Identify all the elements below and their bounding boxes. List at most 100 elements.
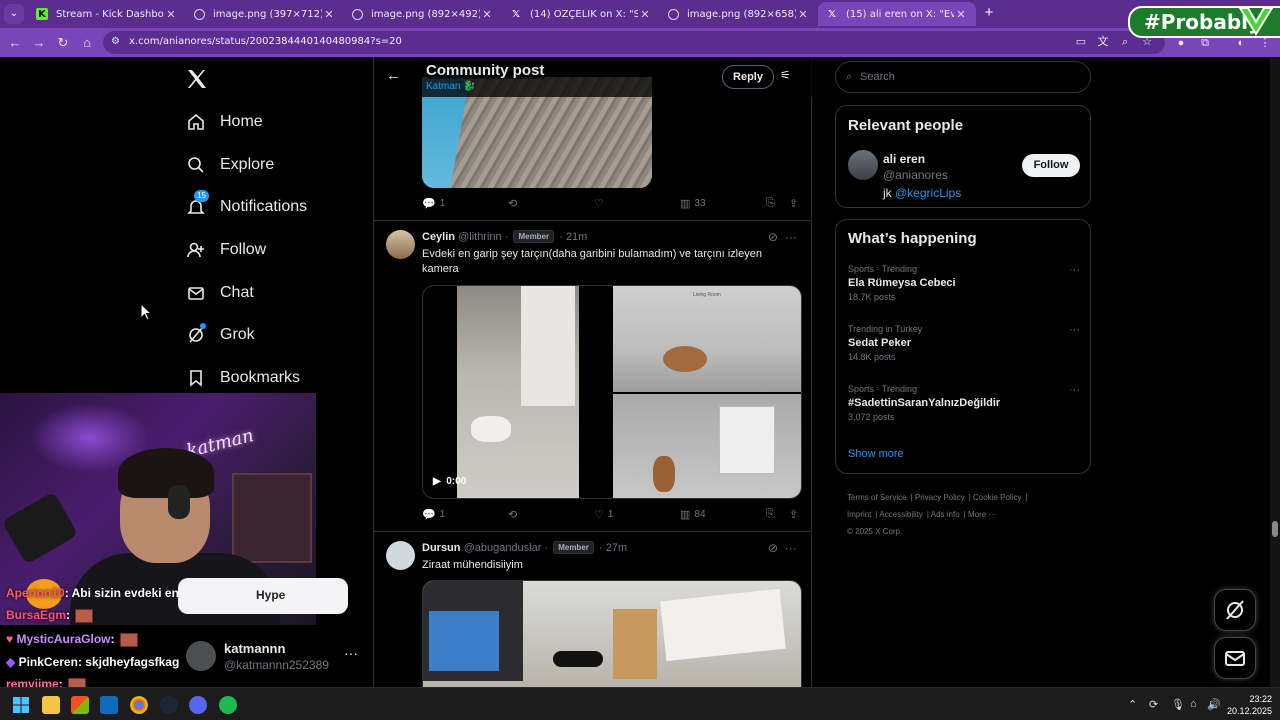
post-video[interactable]: Living Room ▶ 0:00 bbox=[422, 285, 802, 499]
share-action[interactable]: ⇪ bbox=[789, 508, 802, 521]
zoom-icon[interactable]: ⌕ bbox=[1117, 34, 1133, 50]
network-icon[interactable]: ⌂ bbox=[1190, 698, 1197, 710]
more-icon[interactable]: ··· bbox=[1069, 264, 1080, 276]
views-action[interactable]: ▥ 84 bbox=[680, 508, 706, 521]
reload-button[interactable]: ↻ bbox=[54, 34, 72, 52]
avatar[interactable] bbox=[386, 541, 415, 570]
bio-mention-link[interactable]: @kegricLips bbox=[895, 186, 961, 200]
system-clock[interactable]: 23:22 20.12.2025 bbox=[1222, 693, 1272, 717]
search-input[interactable]: ⌕ Search bbox=[835, 61, 1091, 93]
back-button[interactable]: ← bbox=[6, 34, 24, 52]
chrome-icon[interactable] bbox=[130, 696, 148, 714]
nav-explore[interactable]: Explore bbox=[186, 150, 274, 180]
reply-action[interactable]: 💬 1 bbox=[422, 508, 445, 521]
like-action[interactable]: ♡ 1 bbox=[594, 508, 613, 521]
post-time[interactable]: 21m bbox=[566, 231, 587, 243]
author-name[interactable]: Ceylin bbox=[422, 231, 455, 243]
file-explorer-icon[interactable] bbox=[42, 696, 60, 714]
scrollbar-thumb[interactable] bbox=[1272, 521, 1278, 537]
steam-icon[interactable] bbox=[160, 696, 178, 714]
home-button[interactable]: ⌂ bbox=[78, 34, 96, 52]
bookmark-action[interactable]: ⎘ bbox=[766, 508, 779, 521]
close-icon[interactable]: ✕ bbox=[164, 8, 178, 21]
tab-image-2[interactable]: image.png (892×492) ✕ bbox=[344, 2, 502, 26]
spotify-icon[interactable] bbox=[219, 696, 237, 714]
more-icon[interactable]: ··· bbox=[785, 230, 797, 244]
more-icon[interactable]: ··· bbox=[1069, 384, 1080, 396]
repost-action[interactable]: ⟲ bbox=[508, 508, 521, 521]
post-time[interactable]: 27m bbox=[606, 542, 627, 554]
messages-floating-button[interactable] bbox=[1214, 637, 1256, 679]
install-icon[interactable]: ▭ bbox=[1073, 34, 1089, 50]
trend-item[interactable]: Sports · Trending Ela Rümeysa Cebeci 18.… bbox=[848, 264, 1080, 302]
reply-action[interactable]: 💬 1 bbox=[422, 197, 445, 210]
nav-follow[interactable]: Follow bbox=[186, 235, 266, 265]
x-logo-icon[interactable] bbox=[185, 67, 209, 91]
grok-icon[interactable]: ⊘ bbox=[768, 230, 778, 244]
like-action[interactable]: ♡ bbox=[594, 197, 608, 210]
person-handle[interactable]: @anianores bbox=[883, 168, 948, 182]
volume-icon[interactable]: 🔊 bbox=[1207, 698, 1221, 711]
nav-grok[interactable]: Grok bbox=[186, 320, 255, 350]
new-tab-button[interactable]: + bbox=[980, 4, 998, 22]
author-name[interactable]: Dursun bbox=[422, 542, 461, 554]
grok-icon[interactable]: ⊘ bbox=[768, 541, 778, 555]
back-arrow-icon[interactable]: ← bbox=[386, 67, 401, 84]
footer-link[interactable]: Imprint bbox=[847, 510, 871, 519]
close-icon[interactable]: ✕ bbox=[480, 8, 494, 21]
footer-link[interactable]: Accessibility bbox=[879, 510, 923, 519]
page-scrollbar[interactable] bbox=[1270, 57, 1280, 687]
outlook-icon[interactable] bbox=[100, 696, 118, 714]
settings-sliders-icon[interactable]: ⚟ bbox=[780, 68, 791, 82]
discord-icon[interactable] bbox=[189, 696, 207, 714]
footer-link[interactable]: Terms of Service bbox=[847, 493, 907, 502]
avatar[interactable] bbox=[848, 150, 878, 180]
show-more-link[interactable]: Show more bbox=[848, 448, 904, 460]
person-name[interactable]: ali eren bbox=[883, 152, 925, 166]
more-icon[interactable]: ··· bbox=[785, 541, 797, 555]
views-action[interactable]: ▥ 33 bbox=[680, 197, 706, 210]
address-bar[interactable]: ⚙ x.com/anianores/status/200238444014048… bbox=[103, 31, 1165, 54]
avatar[interactable] bbox=[386, 230, 415, 259]
tab-ali-eren[interactable]: 𝕏 (15) ali eren on X: "Evinizdeki e ✕ bbox=[818, 2, 976, 26]
share-action[interactable]: ⇪ bbox=[789, 197, 802, 210]
tab-ozcelik[interactable]: 𝕏 (14) ÖZÇELİK on X: "Sağol abi c ✕ bbox=[502, 2, 660, 26]
store-icon[interactable] bbox=[71, 696, 89, 714]
tab-image-3[interactable]: image.png (892×658) ✕ bbox=[660, 2, 818, 26]
author-handle[interactable]: @abuganduslar bbox=[464, 542, 542, 554]
account-switcher[interactable]: katmannn @katmannn252389 ··· bbox=[186, 637, 366, 677]
footer-link[interactable]: More ··· bbox=[968, 510, 996, 519]
more-icon[interactable]: ··· bbox=[344, 645, 358, 661]
microphone-icon[interactable]: 🎙 bbox=[1171, 698, 1185, 711]
grok-floating-button[interactable] bbox=[1214, 589, 1256, 631]
tab-kick-dashboard[interactable]: K Stream - Kick Dashboard ✕ bbox=[28, 2, 186, 26]
bookmark-action[interactable]: ⎘ bbox=[766, 197, 779, 210]
follow-button[interactable]: Follow bbox=[1022, 154, 1080, 177]
repost-action[interactable]: ⟲ bbox=[508, 197, 521, 210]
nav-chat[interactable]: Chat bbox=[186, 278, 254, 308]
footer-link[interactable]: Cookie Policy bbox=[973, 493, 1021, 502]
forward-button[interactable]: → bbox=[30, 34, 48, 52]
nav-bookmarks[interactable]: Bookmarks bbox=[186, 363, 300, 393]
close-icon[interactable]: ✕ bbox=[322, 8, 336, 21]
reply-button[interactable]: Reply bbox=[722, 65, 774, 89]
close-icon[interactable]: ✕ bbox=[638, 8, 652, 21]
footer-link[interactable]: Privacy Policy bbox=[915, 493, 965, 502]
nav-home[interactable]: Home bbox=[186, 107, 263, 137]
footer-link[interactable]: Ads info bbox=[931, 510, 960, 519]
post-image[interactable] bbox=[422, 580, 802, 687]
more-icon[interactable]: ··· bbox=[1069, 324, 1080, 336]
nav-notifications[interactable]: 15 Notifications bbox=[186, 190, 307, 222]
tab-image-1[interactable]: image.png (397×712) ✕ bbox=[186, 2, 344, 26]
trend-item[interactable]: Sports · Trending #SadettinSaranYalnızDe… bbox=[848, 384, 1080, 422]
trend-item[interactable]: Trending in Turkey Sedat Peker 14.8K pos… bbox=[848, 324, 1080, 362]
site-info-icon[interactable]: ⚙ bbox=[111, 36, 120, 47]
author-handle[interactable]: @lithrinn bbox=[458, 231, 502, 243]
url-text[interactable]: x.com/anianores/status/20023844401404809… bbox=[129, 36, 402, 47]
chevron-up-icon[interactable]: ⌃ bbox=[1128, 698, 1137, 711]
close-icon[interactable]: ✕ bbox=[796, 8, 810, 21]
sync-icon[interactable]: ⟳ bbox=[1149, 698, 1158, 711]
community-link[interactable]: Katman 🐉 bbox=[426, 81, 476, 92]
close-icon[interactable]: ✕ bbox=[954, 8, 968, 21]
tab-search-button[interactable]: ⌄ bbox=[4, 4, 24, 24]
